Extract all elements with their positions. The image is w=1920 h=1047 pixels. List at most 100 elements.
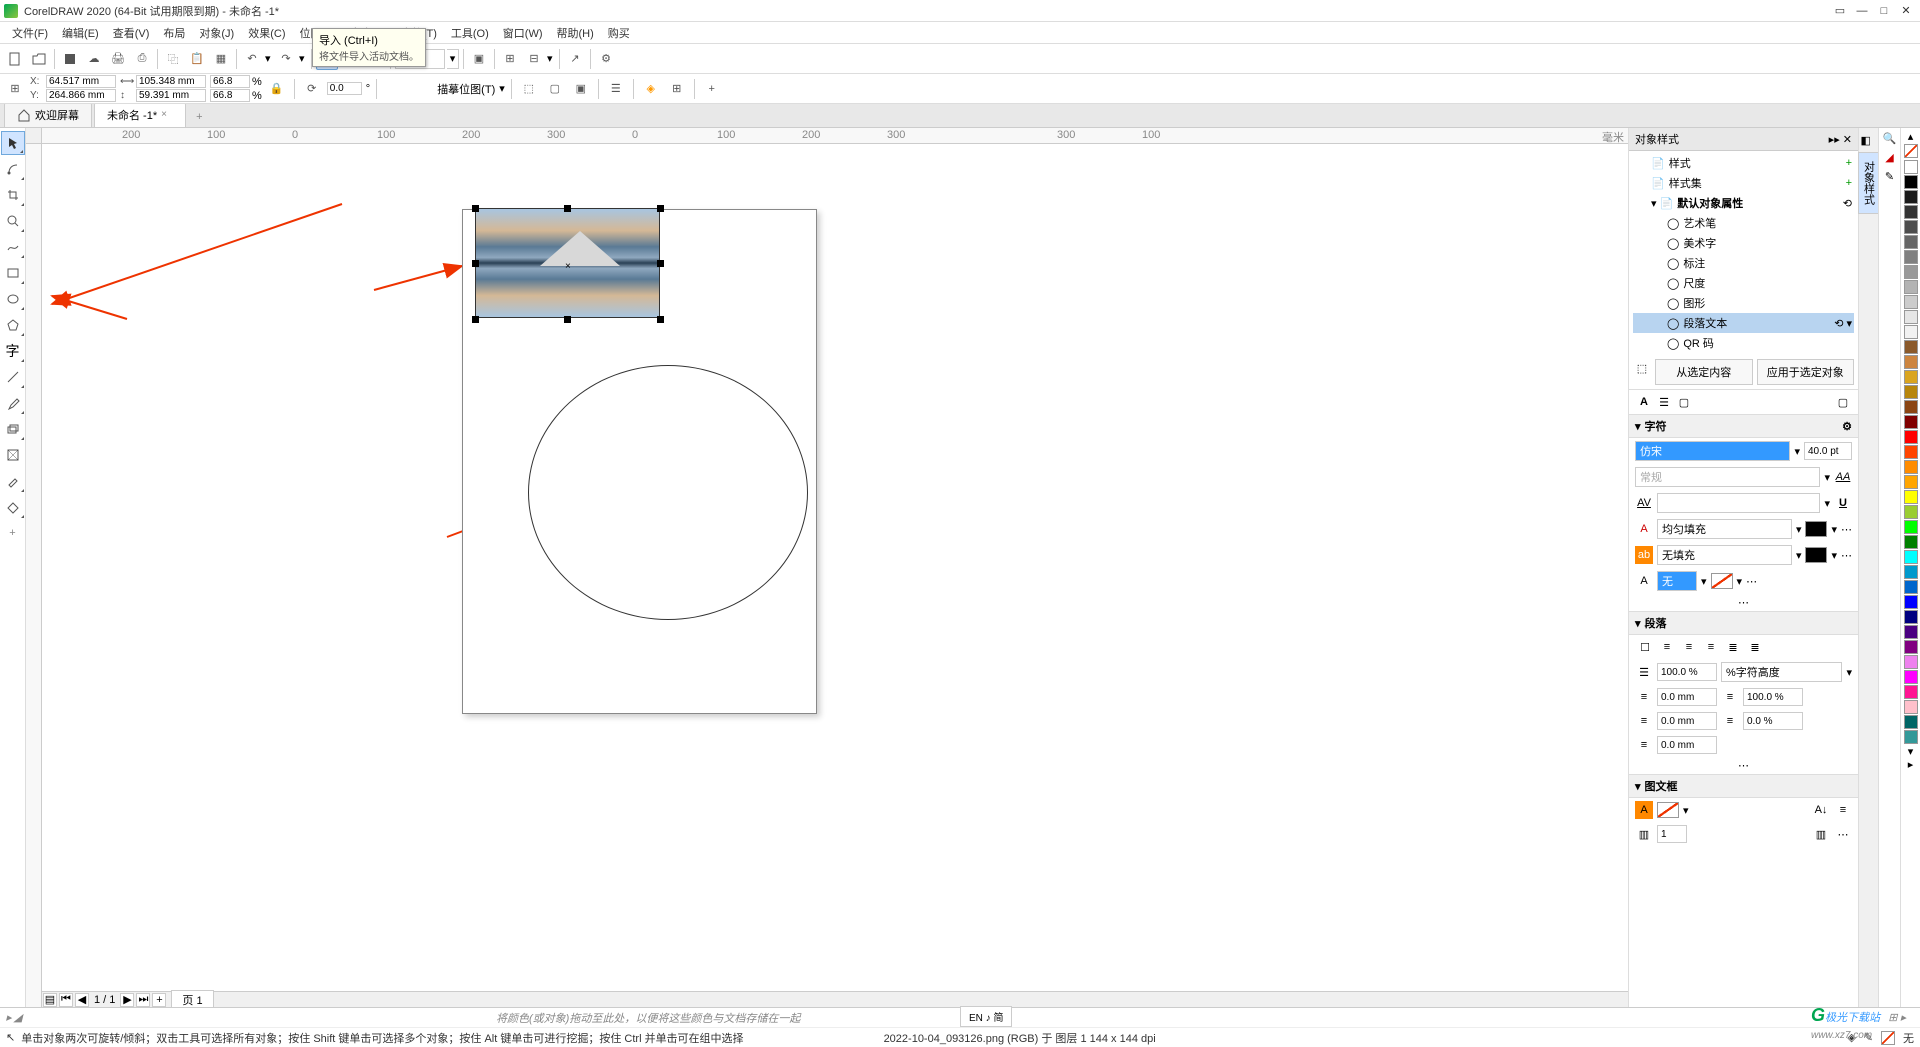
options-button[interactable]: ⚙ [595, 48, 617, 70]
color-swatch[interactable] [1904, 220, 1918, 234]
rotation-input[interactable] [327, 82, 362, 95]
color-swatch[interactable] [1904, 190, 1918, 204]
shape-tool[interactable] [1, 157, 25, 181]
frame-color-swatch[interactable] [1657, 802, 1679, 818]
mirror-h-icon[interactable]: ⬚ [518, 78, 540, 100]
ellipse-tool[interactable] [1, 287, 25, 311]
tree-paragraph-text[interactable]: ◯段落文本⟲ ▾ [1633, 313, 1854, 333]
left-margin-input[interactable] [1657, 736, 1717, 754]
tree-qrcode[interactable]: ◯QR 码 [1633, 333, 1854, 353]
handle-tr[interactable] [657, 205, 664, 212]
object-styles-header[interactable]: 对象样式 ▸▸ ✕ [1629, 128, 1858, 151]
color-swatch[interactable] [1904, 700, 1918, 714]
lock-ratio-icon[interactable]: 🔒 [266, 78, 288, 100]
group-icon[interactable]: ⊞ [666, 78, 688, 100]
color-swatch[interactable] [1904, 505, 1918, 519]
outline-color-swatch[interactable] [1711, 573, 1733, 589]
reset-icon[interactable]: ⟲ [1843, 197, 1852, 210]
first-indent-input[interactable] [1657, 712, 1717, 730]
color-swatch[interactable] [1904, 415, 1918, 429]
transparency-tool[interactable] [1, 443, 25, 467]
line-spacing-input[interactable] [1657, 663, 1717, 681]
handle-br[interactable] [657, 316, 664, 323]
snap2-button[interactable]: ⊟ [523, 48, 545, 70]
more-icon[interactable]: ▢ [1834, 393, 1852, 411]
copy-button[interactable]: ⿻ [162, 48, 184, 70]
color-swatch[interactable] [1904, 310, 1918, 324]
font-size-input[interactable] [1804, 442, 1852, 460]
color-swatch[interactable] [1904, 670, 1918, 684]
snap1-button[interactable]: ⊞ [499, 48, 521, 70]
color-swatch[interactable] [1904, 295, 1918, 309]
color-swatch[interactable] [1904, 640, 1918, 654]
last-page-button[interactable]: ⏭ [136, 993, 150, 1007]
menu-file[interactable]: 文件(F) [6, 23, 54, 43]
tree-graphic[interactable]: ◯图形 [1633, 293, 1854, 313]
color-swatch[interactable] [1904, 430, 1918, 444]
handle-bl[interactable] [472, 316, 479, 323]
align-left-icon[interactable]: ≡ [1657, 638, 1677, 656]
tree-styles[interactable]: 📄样式+ [1633, 153, 1854, 173]
order-icon[interactable]: ◈ [640, 78, 662, 100]
script-icon[interactable]: AA [1834, 468, 1852, 486]
handle-tm[interactable] [564, 205, 571, 212]
frame-section-header[interactable]: ▾ 图文框 [1629, 774, 1858, 798]
doc-nav-icon[interactable]: ▤ [43, 993, 57, 1007]
minimize-button[interactable]: — [1852, 3, 1872, 19]
add-page-button[interactable]: + [152, 993, 166, 1007]
color-swatch[interactable] [1904, 490, 1918, 504]
y-input[interactable] [46, 89, 116, 102]
height-input[interactable] [136, 89, 206, 102]
paragraph-section-header[interactable]: ▾ 段落 [1629, 611, 1858, 635]
fill-color-swatch[interactable] [1805, 521, 1827, 537]
add-style-icon[interactable]: + [1846, 157, 1852, 169]
color-swatch[interactable] [1904, 580, 1918, 594]
outline-more-icon[interactable]: ⋯ [1746, 575, 1757, 588]
para-tab-icon[interactable]: ☰ [1655, 393, 1673, 411]
color-swatch[interactable] [1904, 385, 1918, 399]
fill-tool[interactable] [1, 495, 25, 519]
next-page-button[interactable]: ▶ [120, 993, 134, 1007]
no-color-swatch[interactable] [1904, 144, 1918, 158]
color-swatch[interactable] [1904, 610, 1918, 624]
x-input[interactable] [46, 75, 116, 88]
color-swatch[interactable] [1904, 205, 1918, 219]
color-swatch[interactable] [1904, 370, 1918, 384]
palette-menu-icon[interactable]: ▸ [1908, 758, 1914, 771]
status-nofill-swatch[interactable] [1881, 1031, 1895, 1045]
color-swatch[interactable] [1904, 280, 1918, 294]
col-more-icon[interactable]: ⋯ [1834, 825, 1852, 843]
color-swatch[interactable] [1904, 520, 1918, 534]
handle-bm[interactable] [564, 316, 571, 323]
clipboard-button[interactable]: ▦ [210, 48, 232, 70]
color-swatch[interactable] [1904, 685, 1918, 699]
color-swatch[interactable] [1904, 250, 1918, 264]
align-center-icon[interactable]: ≡ [1679, 638, 1699, 656]
indent-right-input[interactable] [1743, 688, 1803, 706]
add-styleset-icon[interactable]: + [1846, 177, 1852, 189]
menu-edit[interactable]: 编辑(E) [56, 23, 105, 43]
tab-welcome[interactable]: 欢迎屏幕 [4, 102, 92, 127]
char-tab-icon[interactable]: A [1635, 393, 1653, 411]
color-swatch[interactable] [1904, 325, 1918, 339]
hang-indent-input[interactable] [1743, 712, 1803, 730]
add-tool[interactable]: + [1, 521, 25, 545]
add-button[interactable]: + [701, 78, 723, 100]
from-selection-button[interactable]: 从选定内容 [1655, 359, 1753, 385]
frame-bg-icon[interactable]: A [1635, 801, 1653, 819]
paste-button[interactable]: 📋 [186, 48, 208, 70]
palette-up-icon[interactable]: ▴ [1908, 130, 1914, 143]
launch-button[interactable]: ↗ [564, 48, 586, 70]
font-family-dropdown[interactable]: 仿宋 [1635, 441, 1790, 461]
fill-panel-icon[interactable]: ◢ [1885, 151, 1893, 164]
align-none-icon[interactable]: ☐ [1635, 638, 1655, 656]
freehand-tool[interactable] [1, 235, 25, 259]
kerning-dropdown[interactable] [1657, 493, 1820, 513]
origin-icon[interactable]: ⊞ [4, 78, 26, 100]
width-input[interactable] [136, 75, 206, 88]
new-button[interactable] [4, 48, 26, 70]
docker-styles-icon[interactable]: ◧ [1861, 134, 1877, 150]
menu-effects[interactable]: 效果(C) [242, 23, 291, 43]
rectangle-tool[interactable] [1, 261, 25, 285]
line-spacing-unit[interactable]: %字符高度 [1721, 662, 1842, 682]
